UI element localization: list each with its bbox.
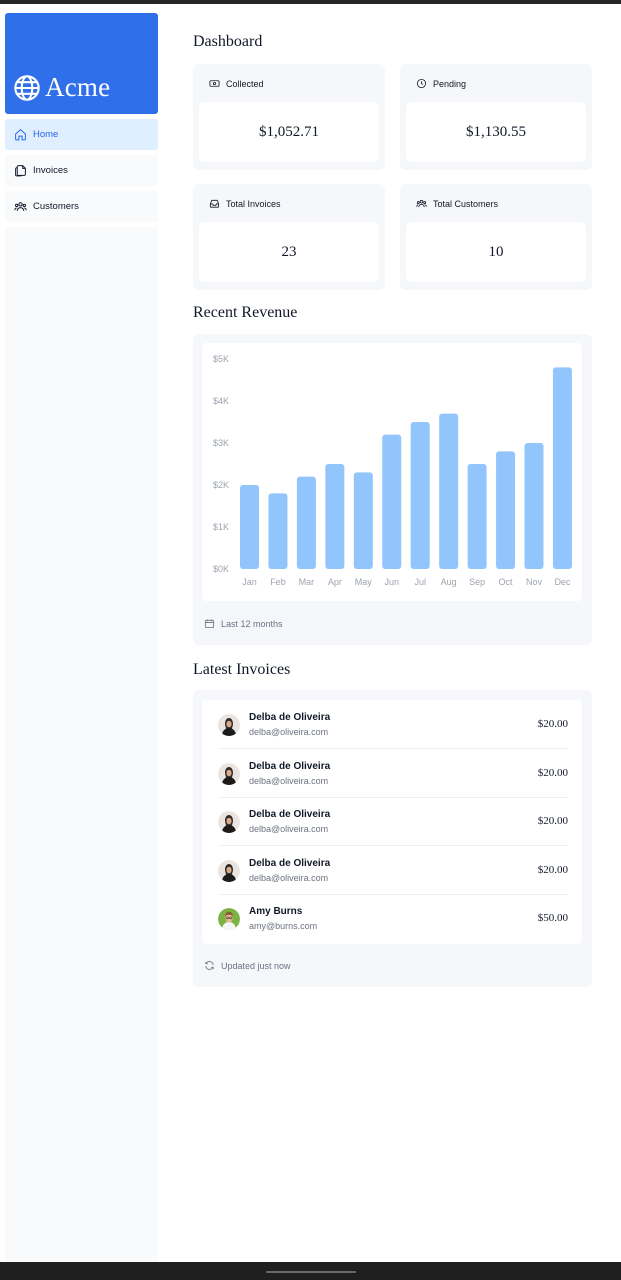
- card-value: $1,052.71: [199, 102, 379, 162]
- revenue-chart-area: $0K $1K $2K $3K $4K $5K Jan Feb Mar Apr May Jun Jul A…: [202, 343, 582, 601]
- sidebar-item-label: Customers: [33, 201, 79, 212]
- invoice-row[interactable]: Delba de Oliveira delba@oliveira.com $20…: [218, 798, 568, 846]
- x-tick-label: Oct: [499, 577, 514, 587]
- avatar-delba: [218, 714, 240, 736]
- x-tick-label: Jun: [384, 577, 399, 587]
- banknote-icon: [209, 80, 220, 87]
- card-title: Collected: [226, 78, 264, 89]
- x-tick-label: May: [355, 577, 373, 587]
- invoices-title: Latest Invoices: [193, 661, 291, 678]
- sidebar-item-home[interactable]: Home: [5, 119, 158, 150]
- sidebar-spacer: [5, 227, 158, 1262]
- users-icon: [416, 199, 427, 208]
- invoice-amount: $20.00: [537, 718, 568, 730]
- brand-name: Acme: [45, 72, 111, 102]
- home-icon: [15, 128, 26, 141]
- invoice-amount: $20.00: [537, 767, 568, 779]
- acme-logo: Acme: [13, 72, 110, 103]
- card-value: $1,130.55: [406, 102, 586, 162]
- revenue-bar-jun: [382, 434, 402, 569]
- revenue-chart: $0K $1K $2K $3K $4K $5K Jan Feb Mar Apr May Jun Jul A…: [213, 354, 572, 587]
- revenue-bar-jul: [410, 422, 430, 569]
- avatar-amy: [218, 908, 240, 930]
- x-tick-label: Jul: [414, 577, 426, 587]
- invoice-customer-email: amy@burns.com: [249, 921, 318, 931]
- invoice-customer-name: Delba de Oliveira: [249, 761, 331, 772]
- invoice-amount: $20.00: [537, 864, 568, 876]
- revenue-bar-oct: [496, 451, 516, 569]
- invoice-customer-name: Delba de Oliveira: [249, 858, 331, 869]
- card-title: Total Customers: [433, 198, 499, 209]
- revenue-bar-nov: [524, 443, 544, 569]
- users-icon: [14, 202, 27, 211]
- invoice-amount: $50.00: [537, 912, 568, 924]
- sidebar-item-customers[interactable]: Customers: [5, 191, 158, 222]
- clock-icon: [416, 78, 427, 89]
- x-tick-label: Dec: [554, 577, 571, 587]
- card-total-customers: Total Customers 10: [400, 184, 592, 290]
- invoice-row[interactable]: Delba de Oliveira delba@oliveira.com $20…: [218, 701, 568, 749]
- y-tick-label: $4K: [213, 396, 229, 406]
- x-tick-label: Sep: [469, 577, 485, 587]
- invoice-row[interactable]: Amy Burns amy@burns.com $50.00: [218, 895, 568, 943]
- y-tick-label: $2K: [213, 480, 229, 490]
- x-tick-label: Nov: [526, 577, 543, 587]
- card-value: 23: [199, 222, 379, 282]
- sidebar-item-label: Home: [33, 129, 59, 140]
- x-tick-label: Mar: [299, 577, 315, 587]
- avatar-delba: [218, 860, 240, 882]
- revenue-footer: Last 12 months: [204, 618, 283, 629]
- sidebar-item-label: Invoices: [33, 165, 68, 176]
- invoice-customer-name: Delba de Oliveira: [249, 809, 331, 820]
- home-indicator[interactable]: [266, 1271, 356, 1273]
- window-top-strip: [0, 0, 621, 4]
- y-tick-label: $1K: [213, 522, 229, 532]
- x-tick-label: Jan: [242, 577, 257, 587]
- calendar-icon: [204, 619, 215, 629]
- card-value: 10: [406, 222, 586, 282]
- revenue-bar-may: [353, 472, 373, 569]
- invoice-customer-email: delba@oliveira.com: [249, 776, 329, 786]
- revenue-bar-apr: [325, 464, 345, 569]
- documents-icon: [15, 165, 26, 177]
- x-tick-label: Feb: [270, 577, 286, 587]
- invoices-footer-text: Updated just now: [221, 960, 291, 971]
- revenue-bar-aug: [439, 413, 459, 569]
- page-title: Dashboard: [193, 33, 263, 50]
- globe-icon: [14, 74, 40, 101]
- invoice-amount: $20.00: [537, 815, 568, 827]
- avatar-delba: [218, 811, 240, 833]
- revenue-bar-dec: [552, 367, 572, 569]
- refresh-icon: [205, 961, 214, 970]
- card-title: Pending: [433, 78, 467, 89]
- x-tick-label: Aug: [441, 577, 457, 587]
- invoice-customer-email: delba@oliveira.com: [249, 873, 329, 883]
- revenue-bar-mar: [296, 476, 316, 569]
- invoices-footer: Updated just now: [204, 960, 291, 971]
- revenue-bar-sep: [467, 464, 487, 569]
- y-tick-label: $0K: [213, 564, 229, 574]
- revenue-bar-jan: [240, 485, 259, 569]
- y-tick-label: $3K: [213, 438, 229, 448]
- revenue-bar-feb: [268, 493, 288, 569]
- invoice-customer-email: delba@oliveira.com: [249, 727, 329, 737]
- card-title: Total Invoices: [226, 198, 281, 209]
- invoice-customer-email: delba@oliveira.com: [249, 824, 329, 834]
- avatar-delba: [218, 763, 240, 785]
- invoice-row[interactable]: Delba de Oliveira delba@oliveira.com $20…: [218, 847, 568, 895]
- revenue-title: Recent Revenue: [193, 304, 298, 321]
- invoice-customer-name: Delba de Oliveira: [249, 712, 331, 723]
- sidebar-item-invoices[interactable]: Invoices: [5, 155, 158, 186]
- card-collected: Collected $1,052.71: [193, 64, 385, 170]
- x-tick-label: Apr: [328, 577, 342, 587]
- card-total-invoices: Total Invoices 23: [193, 184, 385, 290]
- inbox-icon: [209, 199, 220, 208]
- invoice-row[interactable]: Delba de Oliveira delba@oliveira.com $20…: [218, 750, 568, 798]
- y-tick-label: $5K: [213, 354, 229, 364]
- invoice-customer-name: Amy Burns: [249, 906, 303, 917]
- card-pending: Pending $1,130.55: [400, 64, 592, 170]
- revenue-footer-text: Last 12 months: [221, 618, 283, 629]
